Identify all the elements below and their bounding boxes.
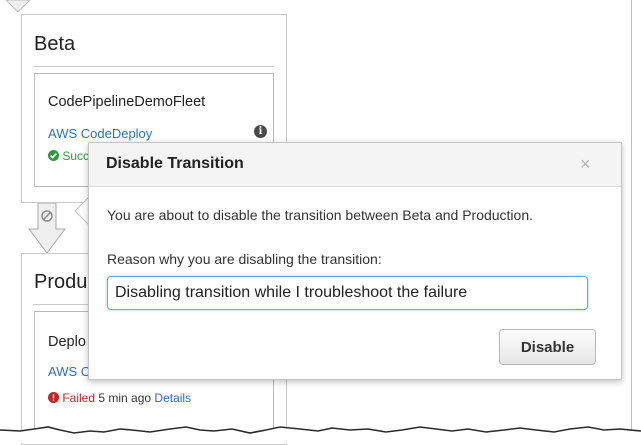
stage-title: Produ [34, 271, 88, 293]
disable-transition-dialog: Disable Transition × You are about to di… [88, 142, 622, 380]
stage-title: Beta [34, 33, 76, 55]
transition-arrow-disabled[interactable] [27, 203, 67, 255]
dialog-title: Disable Transition [106, 155, 244, 172]
dialog-message: You are about to disable the transition … [107, 207, 534, 223]
action-provider-link[interactable]: AWS C [48, 364, 90, 379]
stage-divider [33, 66, 274, 67]
details-link[interactable]: Details [154, 391, 191, 405]
action-provider-link[interactable]: AWS CodeDeploy [48, 126, 152, 141]
action-status: Failed 5 min ago Details [48, 391, 191, 405]
pipeline-view: Beta CodePipelineDemoFleet AWS CodeDeplo… [0, 0, 632, 445]
status-text: Succ [62, 149, 90, 163]
action-name: CodePipelineDemoFleet [48, 94, 206, 110]
disable-button[interactable]: Disable [499, 329, 596, 365]
close-icon[interactable]: × [580, 154, 591, 175]
action-status: Succ [48, 149, 89, 163]
action-name: Deplo [48, 334, 86, 350]
status-text: Failed [62, 391, 96, 405]
info-icon[interactable]: i [254, 125, 267, 138]
transition-arrow-top [5, 0, 31, 13]
dialog-header: Disable Transition × [89, 143, 621, 187]
status-time: 5 min ago [98, 391, 152, 405]
reason-label: Reason why you are disabling the transit… [107, 251, 382, 267]
exclamation-circle-icon [48, 392, 59, 403]
reason-input[interactable] [107, 276, 588, 310]
check-circle-icon [48, 150, 59, 161]
torn-edge-decoration [0, 426, 641, 443]
